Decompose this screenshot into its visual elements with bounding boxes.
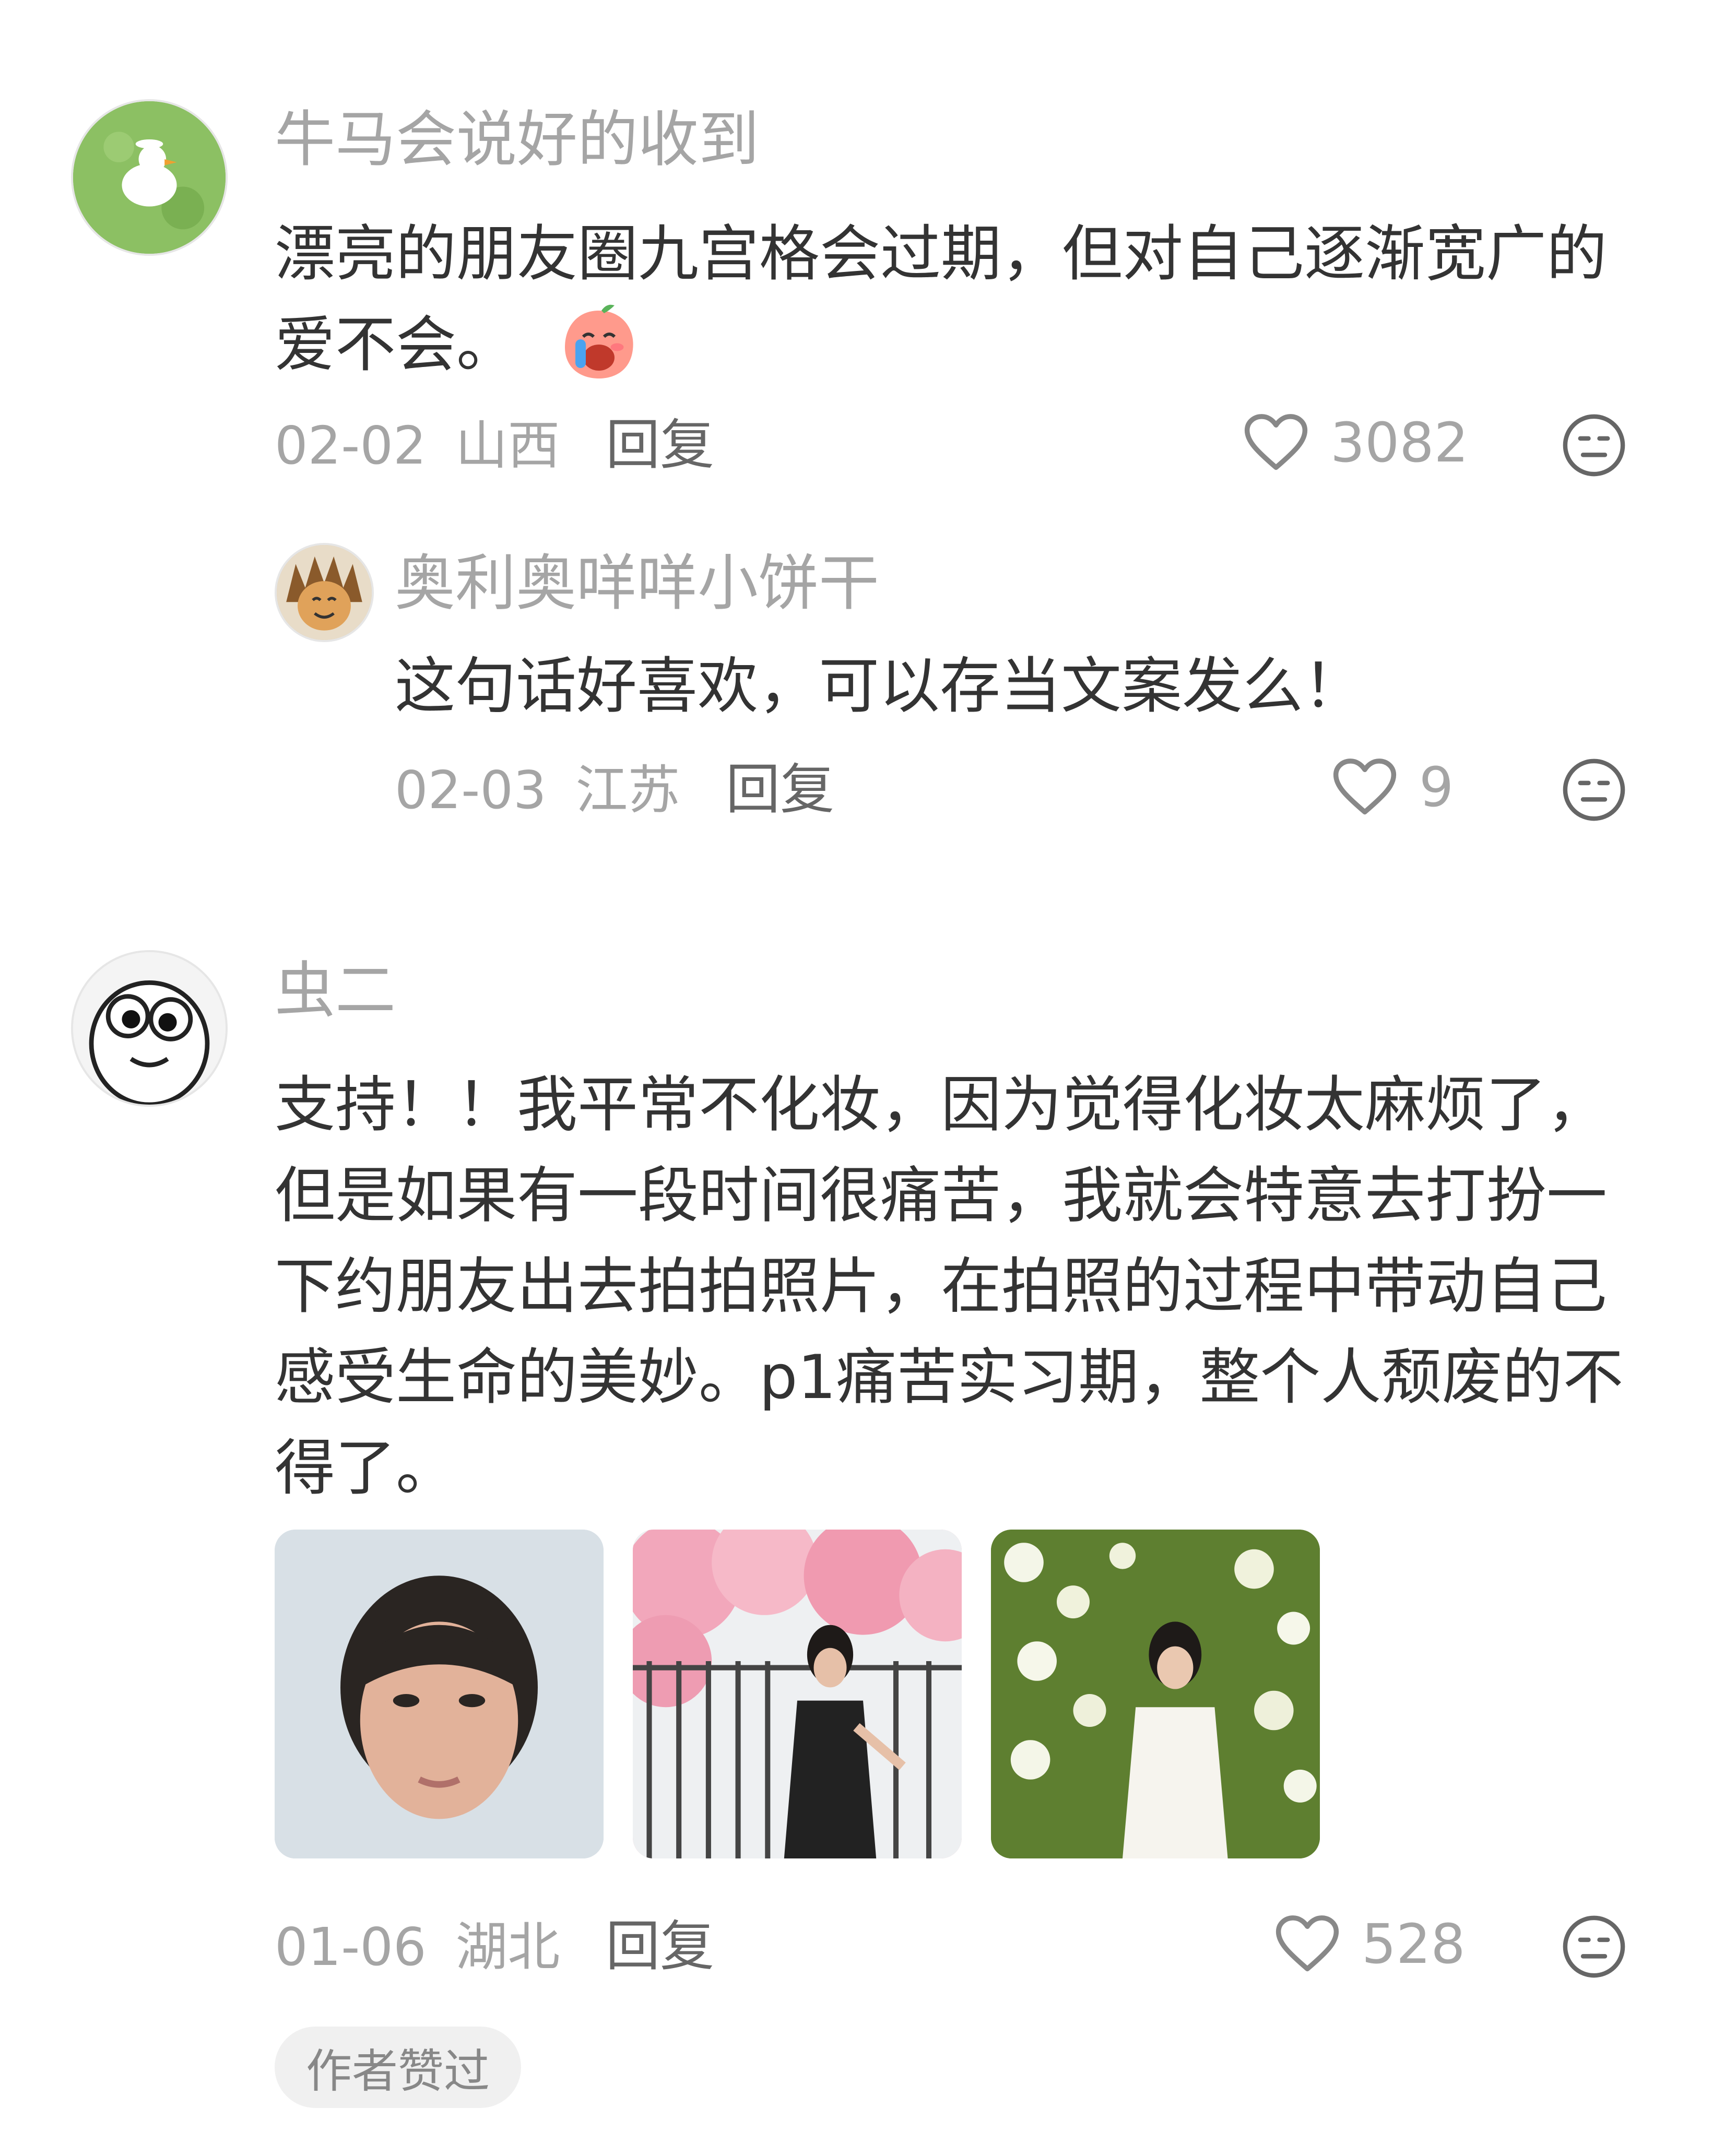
selfie-photo [275,1530,604,1858]
avatar[interactable] [71,950,228,1107]
comment-photo[interactable] [275,1530,604,1858]
goose-avatar-image [73,101,226,254]
dislike-button[interactable] [1561,757,1627,825]
like-count: 3082 [1330,411,1469,475]
comment-location: 湖北 [455,1916,560,1977]
meh-face-icon [1563,759,1625,821]
username[interactable]: 虫二 [275,961,396,1021]
blossom-photo [633,1530,962,1858]
username[interactable]: 奥利奥咩咩小饼干 [395,553,879,614]
comment-meta: 01-06 湖北 回复 [275,1919,714,1973]
comment-date: 01-06 [275,1916,427,1977]
reply-button[interactable]: 回复 [606,413,714,477]
dislike-button[interactable] [1561,1914,1627,1982]
comment-text: 这句话好喜欢，可以存当文案发么！ [395,651,1364,721]
like-button[interactable]: 9 [1331,757,1454,818]
reply-button[interactable]: 回复 [726,757,834,821]
heart-icon [1244,414,1308,470]
comment-text: 漂亮的朋友圈九宫格会过期，但对自己逐渐宽广的爱不会。 [275,209,1632,406]
comment-text-body: 漂亮的朋友圈九宫格会过期，但对自己逐渐宽广的爱不会。 [275,219,1607,380]
author-liked-badge: 作者赞过 [275,2027,522,2108]
comment-date: 02-02 [275,415,427,476]
meh-face-icon [1563,1915,1625,1978]
heart-icon [1276,1915,1339,1972]
comment-location: 江苏 [575,760,680,821]
flowers-photo [991,1530,1320,1858]
meh-face-icon [1563,414,1625,477]
comment-date: 02-03 [395,760,547,821]
avatar[interactable] [275,543,374,642]
comment-meta: 02-03 江苏 回复 [395,762,834,816]
avatar[interactable] [71,99,228,256]
comment-meta: 02-02 山西 回复 [275,418,714,472]
reply-button[interactable]: 回复 [606,1914,714,1978]
like-button[interactable]: 3082 [1243,412,1469,473]
hedgehog-avatar-image [277,545,372,640]
comment-location: 山西 [455,415,560,476]
heart-icon [1333,759,1397,815]
username[interactable]: 牛马会说好的收到 [275,110,759,170]
comment-text: 支持！！我平常不化妆，因为觉得化妆太麻烦了，但是如果有一段时间很痛苦，我就会特意… [275,1070,1624,1503]
dislike-button[interactable] [1561,412,1627,480]
like-button[interactable]: 528 [1274,1914,1466,1974]
doodle-avatar-image [73,952,226,1105]
like-count: 9 [1419,755,1454,819]
comment-photo[interactable] [991,1530,1320,1858]
comment-photo[interactable] [633,1530,962,1858]
crying-emoji-icon [557,303,641,406]
like-count: 528 [1362,1912,1466,1976]
